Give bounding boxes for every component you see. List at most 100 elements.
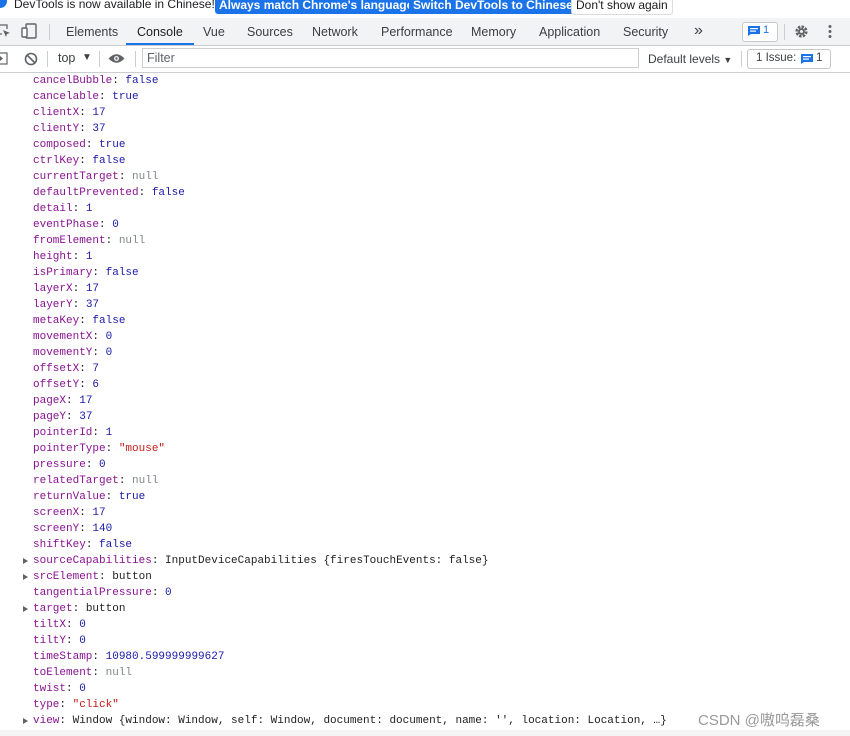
property-value: 10980.599999999627 [105,651,225,663]
property-key: pointerId [33,427,93,439]
messages-badge[interactable]: 1 [742,22,778,42]
context-selector[interactable]: top [58,51,75,65]
property-value: 1 [85,203,93,215]
more-options-kebab-icon[interactable] [827,24,833,39]
clear-console-icon[interactable] [24,52,38,66]
property-value: 0 [79,619,86,631]
property-value: null [118,235,146,247]
property-row: relatedTarget: null [33,473,158,489]
property-key: target [33,603,73,615]
dont-show-again-button[interactable]: Don't show again [571,0,673,15]
key-value-separator: : [118,171,133,183]
messages-count: 1 [763,24,770,36]
settings-gear-icon[interactable] [794,24,809,39]
language-banner: DevTools is now available in Chinese! Al… [0,0,850,16]
info-icon [0,0,7,8]
key-value-separator: : [105,235,119,247]
property-row: cancelBubble: false [33,73,158,89]
property-row: composed: true [33,137,125,153]
issues-count: 1 [816,52,823,64]
tab-elements[interactable]: Elements [66,18,118,45]
property-value: 0 [99,459,106,471]
property-value: 140 [92,523,113,535]
property-row: returnValue: true [33,489,145,505]
key-value-separator: : [79,107,93,119]
filter-input[interactable] [143,49,627,67]
property-value: 0 [112,219,119,231]
property-key: composed [33,139,86,151]
property-row[interactable]: view: Window {window: Window, self: Wind… [23,713,667,729]
key-value-separator: : [92,667,106,679]
property-value: 0 [165,587,172,599]
property-value: null [105,667,133,679]
toolbar-separator [47,51,48,67]
property-key: metaKey [33,315,80,327]
filter-box [142,48,639,68]
chevron-down-icon: ▼ [723,55,733,65]
property-key: fromElement [33,235,106,247]
tab-performance[interactable]: Performance [381,18,453,45]
switch-to-chinese-button[interactable]: Switch DevTools to Chinese [409,0,577,14]
expand-triangle-icon[interactable] [23,574,28,580]
tab-console[interactable]: Console [126,18,194,45]
always-match-language-button[interactable]: Always match Chrome's language [215,0,418,14]
property-row: screenY: 140 [33,521,112,537]
property-value: true [118,491,146,503]
tab-memory[interactable]: Memory [471,18,516,45]
property-key: twist [33,683,67,695]
tab-sources[interactable]: Sources [247,18,293,45]
property-key: clientX [33,107,80,119]
tabbar-separator [49,24,50,40]
property-value: false [151,187,185,199]
key-value-separator: : [99,571,113,583]
toolbar-separator [135,51,136,67]
key-value-separator: : [99,91,113,103]
show-sidebar-icon[interactable] [0,52,8,65]
property-key: eventPhase [33,219,100,231]
property-row: pageY: 37 [33,409,92,425]
property-row[interactable]: target: button [23,601,125,617]
property-row: pointerType: "mouse" [33,441,165,457]
property-value: 0 [105,347,113,359]
csdn-watermark: CSDN @嗷呜磊桑 [698,712,820,729]
key-value-separator: : [72,203,86,215]
expand-triangle-icon[interactable] [23,558,28,564]
property-value: 37 [92,123,106,135]
property-value: 17 [92,507,106,519]
property-row: layerX: 17 [33,281,99,297]
live-expression-eye-icon[interactable] [108,53,125,64]
inspect-element-icon[interactable] [0,24,11,38]
key-value-separator: : [92,331,106,343]
property-value: 17 [79,395,93,407]
key-value-separator: : [66,635,80,647]
tab-application[interactable]: Application [539,18,600,45]
more-tabs-chevron-icon[interactable]: » [694,18,703,45]
property-key: returnValue [33,491,106,503]
property-value: 6 [92,379,100,391]
property-row[interactable]: sourceCapabilities: InputDeviceCapabilit… [23,553,488,569]
key-value-separator: : [79,507,93,519]
key-value-separator: : [85,459,100,471]
expand-triangle-icon[interactable] [23,606,28,612]
property-key: pageX [33,395,67,407]
property-value: true [99,139,126,151]
property-key: defaultPrevented [33,187,139,199]
log-levels-dropdown[interactable]: Default levels ▼ [648,52,732,66]
property-row: tiltX: 0 [33,617,86,633]
property-row: ctrlKey: false [33,153,125,169]
device-toolbar-icon[interactable] [21,23,37,39]
tab-vue[interactable]: Vue [203,18,225,45]
property-value: true [112,91,139,103]
tab-security[interactable]: Security [623,18,668,45]
issues-button[interactable]: 1 Issue: 1 [747,49,831,69]
property-row[interactable]: srcElement: button [23,569,152,585]
property-value: button [112,571,152,583]
property-value: false [99,539,133,551]
tab-network[interactable]: Network [312,18,358,45]
property-row: screenX: 17 [33,505,106,521]
context-dropdown-icon[interactable]: ▼ [82,52,92,63]
toolbar-separator [741,51,742,67]
console-output: cancelBubble: false cancelable: true clien… [0,73,850,736]
property-value: 0 [79,635,86,647]
expand-triangle-icon[interactable] [23,718,28,724]
